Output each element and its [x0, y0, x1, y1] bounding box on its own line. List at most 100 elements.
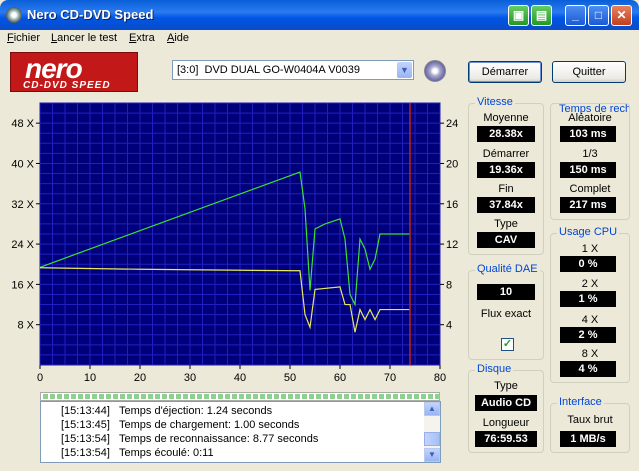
close-button[interactable]: ✕	[611, 5, 632, 26]
y-right-tick-label: 24	[446, 118, 458, 130]
cpu-8x-value: 4 %	[560, 361, 616, 377]
progress-segment	[309, 394, 314, 399]
progress-segment	[50, 394, 55, 399]
progress-segment	[358, 394, 363, 399]
x-tick-label: 70	[384, 372, 396, 384]
progress-segment	[239, 394, 244, 399]
progress-segment	[302, 394, 307, 399]
menu-fichier-accesskey: F	[7, 32, 14, 44]
x-tick-label: 40	[234, 372, 246, 384]
disc-panel-title: Disque	[475, 363, 514, 375]
scroll-down-icon[interactable]: ▼	[424, 448, 440, 462]
progress-segment	[330, 394, 335, 399]
interface-panel: Interface Taux brut 1 MB/s	[550, 396, 630, 453]
y-right-tick-label: 16	[446, 199, 458, 211]
menu-aide-label: ide	[174, 32, 190, 44]
cpu-1x-label: 1 X	[581, 243, 599, 255]
progress-segment	[288, 394, 293, 399]
y-right-tick-label: 12	[446, 239, 458, 251]
dae-panel-title: Qualité DAE	[475, 263, 540, 275]
chevron-down-icon[interactable]: ▼	[397, 62, 412, 78]
progress-segment	[344, 394, 349, 399]
progress-segment	[421, 394, 426, 399]
save-icon[interactable]: ▤	[531, 5, 552, 26]
progress-segment	[85, 394, 90, 399]
cpu-8x-label: 8 X	[581, 348, 599, 360]
cpu-2x-label: 2 X	[581, 278, 599, 290]
log-scrollbar[interactable]: ▲ ▼	[424, 402, 440, 462]
progress-segment	[176, 394, 181, 399]
progress-segment	[260, 394, 265, 399]
end-speed-value: 37.84x	[477, 197, 535, 213]
drive-select[interactable]: [3:0] DVD DUAL GO-W0404A V0039 ▼	[172, 60, 414, 80]
x-tick-label: 0	[37, 372, 43, 384]
progress-segment	[225, 394, 230, 399]
progress-segment	[435, 394, 440, 399]
progress-segment	[71, 394, 76, 399]
scroll-thumb[interactable]	[424, 432, 440, 446]
progress-segment	[43, 394, 48, 399]
menu-lancer-test[interactable]: Lancer le test	[51, 32, 117, 44]
log-panel[interactable]: [15:13:44] Temps d'éjection: 1.24 seconds…	[40, 401, 441, 463]
avg-label: Moyenne	[483, 112, 529, 124]
cpu-panel-title: Usage CPU	[557, 226, 620, 238]
menu-aide[interactable]: Aide	[167, 32, 189, 44]
progress-segment	[155, 394, 160, 399]
y-left-tick-label: 48 X	[11, 118, 34, 130]
window-title: Nero CD-DVD Speed	[27, 7, 154, 22]
scroll-up-icon[interactable]: ▲	[424, 402, 440, 416]
random-seek-label: Aléatoire	[568, 112, 612, 124]
progress-segment	[78, 394, 83, 399]
full-seek-value: 217 ms	[560, 197, 616, 213]
cpu-panel: Usage CPU 1 X 0 % 2 X 1 % 4 X 2 % 8 X 4 …	[550, 226, 630, 383]
burst-label: Taux brut	[567, 414, 613, 426]
start-button-label: Démarrer	[481, 66, 529, 78]
progress-segment	[365, 394, 370, 399]
progress-segment	[204, 394, 209, 399]
progress-segment	[393, 394, 398, 399]
start-button[interactable]: Démarrer	[468, 61, 542, 83]
x-tick-label: 50	[284, 372, 296, 384]
start-speed-value: 19.36x	[477, 162, 535, 178]
progress-segment	[99, 394, 104, 399]
log-text: Temps de reconnaissance: 8.77 seconds	[119, 433, 319, 445]
progress-segment	[127, 394, 132, 399]
progress-segment	[316, 394, 321, 399]
burst-value: 1 MB/s	[560, 431, 616, 447]
minimize-button[interactable]: _	[565, 5, 586, 26]
progress-segment	[274, 394, 279, 399]
menu-fichier[interactable]: Fichier	[7, 32, 40, 44]
exact-stream-checkbox: ✓	[501, 338, 514, 351]
quit-button[interactable]: Quitter	[552, 61, 626, 83]
progress-segment	[400, 394, 405, 399]
screenshot-icon[interactable]: ▣	[508, 5, 529, 26]
interface-panel-title: Interface	[557, 396, 604, 408]
logo-subtext: CD-DVD SPEED	[23, 80, 111, 91]
log-row: [15:13:54] Temps écoulé: 0:11	[61, 447, 214, 459]
log-text: Temps écoulé: 0:11	[119, 447, 214, 459]
y-left-tick-label: 40 X	[11, 158, 34, 170]
menu-extra[interactable]: Extra	[129, 32, 155, 44]
disc-panel: Disque Type Audio CD Longueur 76:59.53	[468, 363, 544, 453]
progress-segment	[337, 394, 342, 399]
progress-segment	[57, 394, 62, 399]
maximize-button[interactable]: □	[588, 5, 609, 26]
y-left-tick-label: 32 X	[11, 199, 34, 211]
progress-segment	[428, 394, 433, 399]
progress-segment	[162, 394, 167, 399]
progress-segment	[267, 394, 272, 399]
y-right-tick-label: 4	[446, 320, 452, 332]
disc-info-icon[interactable]	[424, 60, 446, 82]
progress-segment	[190, 394, 195, 399]
y-left-tick-label: 24 X	[11, 239, 34, 251]
progress-segment	[120, 394, 125, 399]
menu-extra-label: xtra	[136, 32, 155, 44]
full-seek-label: Complet	[569, 183, 611, 195]
log-row: [15:13:44] Temps d'éjection: 1.24 seconds	[61, 405, 272, 417]
type-label: Type	[494, 218, 518, 230]
disc-type-label: Type	[494, 380, 518, 392]
log-row: [15:13:45] Temps de chargement: 1.00 seco…	[61, 419, 299, 431]
cpu-1x-value: 0 %	[560, 256, 616, 272]
progress-segment	[351, 394, 356, 399]
x-tick-label: 80	[434, 372, 446, 384]
